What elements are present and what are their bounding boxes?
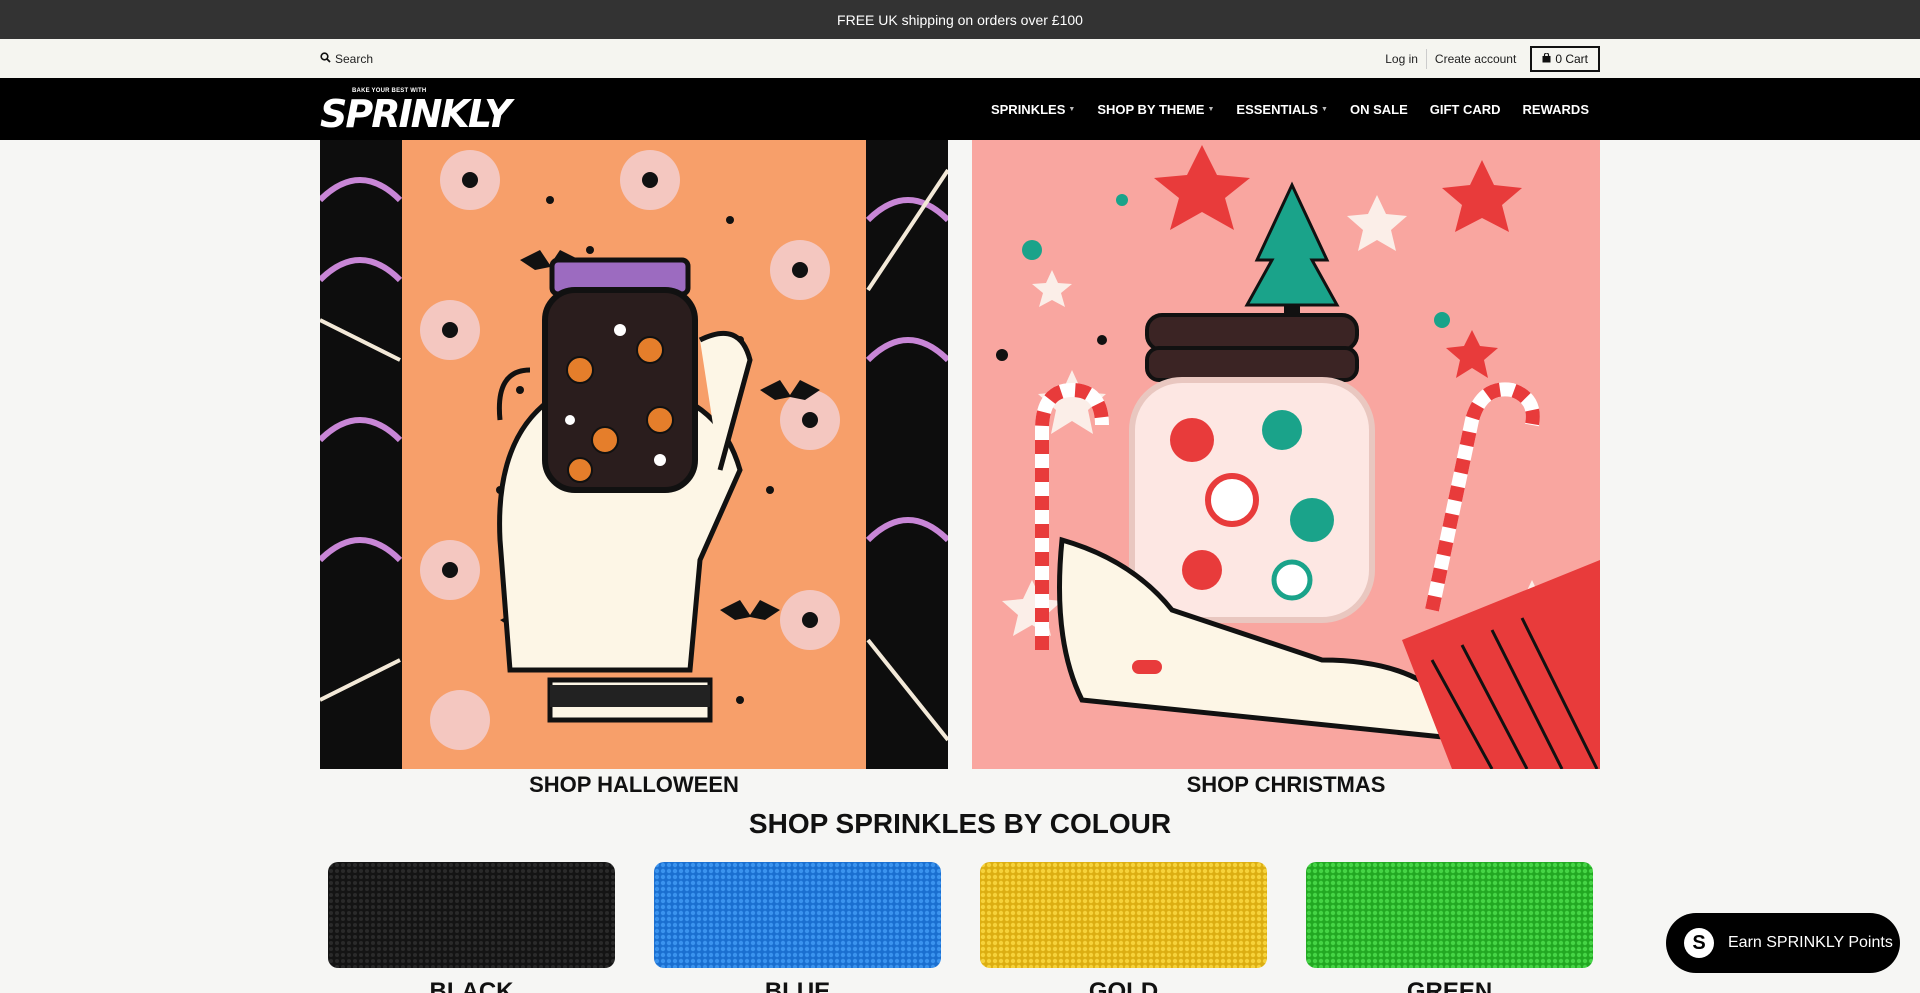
swatch-blue[interactable] (654, 862, 941, 968)
announcement-text: FREE UK shipping on orders over £100 (837, 11, 1083, 28)
nav-label: ON SALE (1349, 101, 1408, 117)
nav-label: SHOP BY THEME (1097, 101, 1205, 117)
nav-item-gift-card[interactable]: GIFT CARD (1419, 102, 1512, 117)
nav-label: GIFT CARD (1429, 101, 1501, 117)
nav-item-on-sale[interactable]: ON SALE (1339, 102, 1419, 117)
christmas-promo-image[interactable] (972, 140, 1600, 769)
swatch-label-green[interactable]: GREEN (1306, 978, 1593, 993)
sprinkly-logo[interactable]: BAKE YOUR BEST WITH SPRINKLY (320, 86, 512, 134)
nav-item-rewards[interactable]: REWARDS (1512, 102, 1600, 117)
create-account-link[interactable]: Create account (1427, 52, 1524, 66)
nav-label: ESSENTIALS (1236, 101, 1319, 117)
logo-wordmark: SPRINKLY (320, 92, 512, 136)
nav-item-essentials[interactable]: ESSENTIALS ▼ (1225, 102, 1339, 117)
utility-bar: Search Log in Create account 0 Cart (0, 39, 1920, 78)
swatch-green[interactable] (1306, 862, 1593, 968)
swatch-label-black[interactable]: BLACK (328, 978, 615, 993)
swatch-black[interactable] (328, 862, 615, 968)
chevron-down-icon: ▼ (1068, 105, 1076, 113)
chevron-down-icon: ▼ (1321, 105, 1328, 113)
cart-label: 0 Cart (1555, 51, 1588, 66)
chevron-down-icon: ▼ (1207, 105, 1215, 113)
swatch-gold[interactable] (980, 862, 1267, 968)
shop-christmas-link[interactable]: SHOP CHRISTMAS (972, 772, 1600, 798)
nav-menu: SPRINKLES ▼ SHOP BY THEME ▼ ESSENTIALS ▼ ON… (980, 102, 1600, 117)
points-label: Earn SPRINKLY Points (1728, 934, 1893, 951)
search-icon (320, 51, 331, 66)
announcement-bar: FREE UK shipping on orders over £100 (0, 0, 1920, 39)
halloween-promo-image[interactable] (320, 140, 948, 769)
sprinkly-s-icon: S (1684, 928, 1714, 958)
nav-label: REWARDS (1522, 101, 1589, 117)
shop-halloween-link[interactable]: SHOP HALLOWEEN (320, 772, 948, 798)
search-button[interactable]: Search (320, 52, 373, 66)
swatch-label-gold[interactable]: GOLD (980, 978, 1267, 993)
main-navigation: BAKE YOUR BEST WITH SPRINKLY SPRINKLES ▼ … (0, 78, 1920, 140)
nav-label: SPRINKLES (990, 101, 1066, 117)
nav-item-sprinkles[interactable]: SPRINKLES ▼ (980, 102, 1086, 117)
swatch-label-blue[interactable]: BLUE (654, 978, 941, 993)
section-title: SHOP SPRINKLES BY COLOUR (748, 808, 1172, 839)
login-link[interactable]: Log in (1377, 52, 1426, 66)
cart-button[interactable]: 0 Cart (1530, 45, 1600, 72)
search-label: Search (335, 51, 374, 66)
nav-item-shop-by-theme[interactable]: SHOP BY THEME ▼ (1086, 102, 1225, 117)
earn-points-button[interactable]: S Earn SPRINKLY Points (1666, 913, 1900, 973)
bag-icon (1542, 51, 1551, 66)
